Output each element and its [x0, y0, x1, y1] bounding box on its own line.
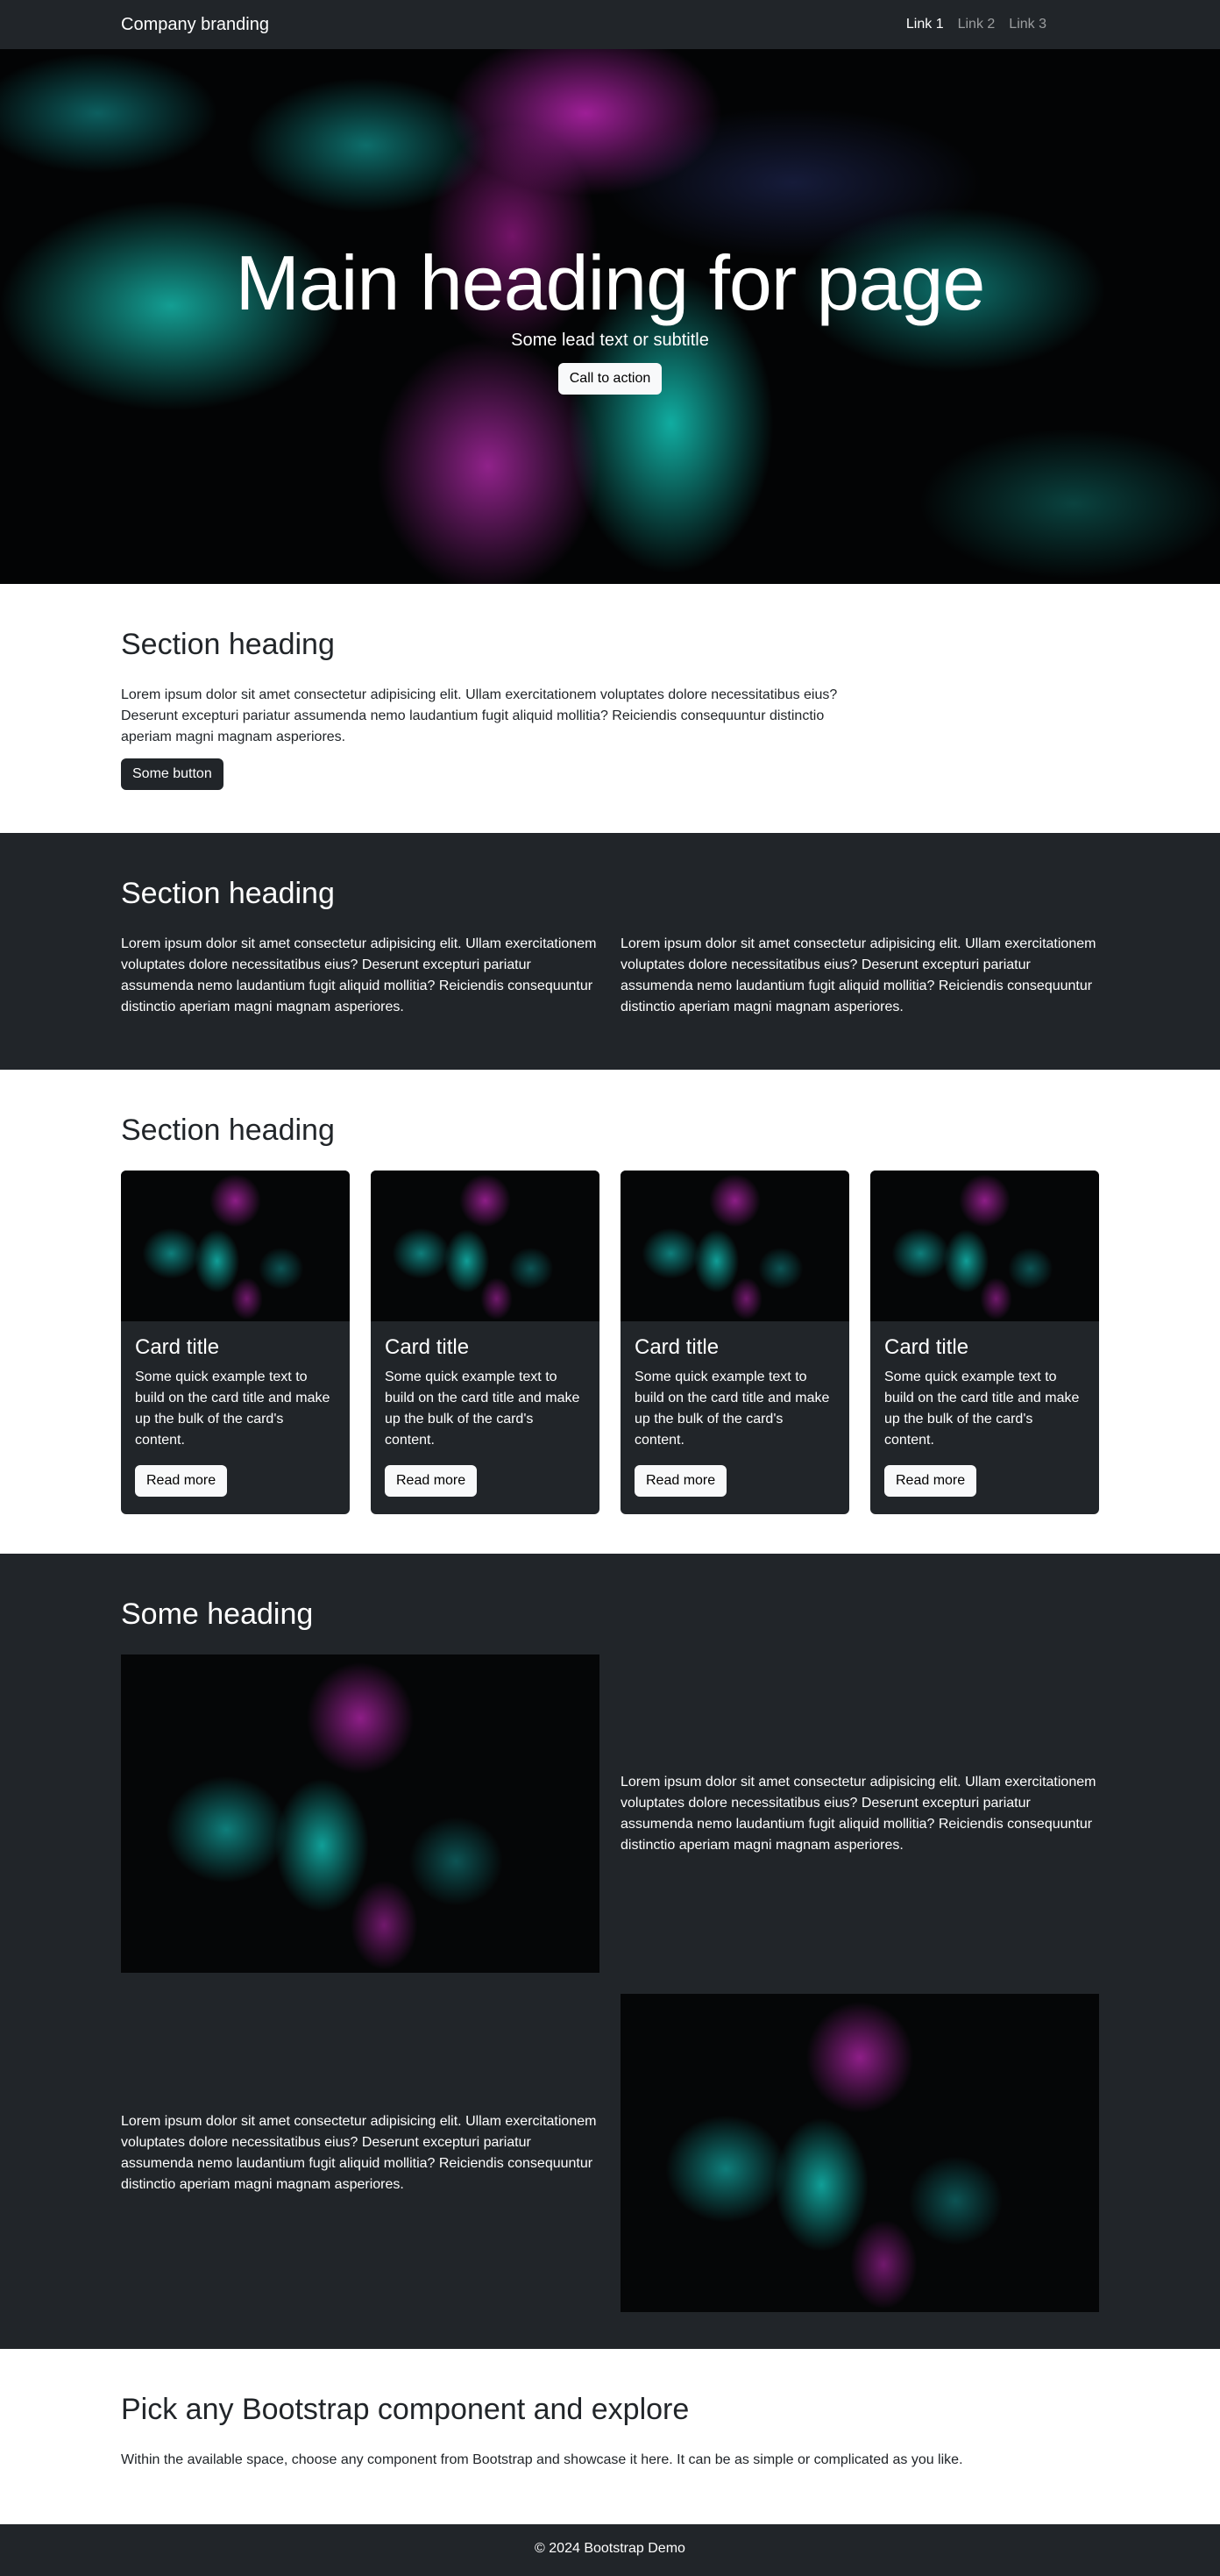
feature-image	[121, 1654, 599, 1973]
hero-title: Main heading for page	[235, 238, 986, 326]
hero-content: Main heading for page Some lead text or …	[236, 238, 985, 395]
brand-link[interactable]: Company branding	[121, 15, 269, 35]
footer: © 2024 Bootstrap Demo	[0, 2524, 1220, 2576]
card-image	[621, 1171, 849, 1321]
section-cards: Section heading Card title Some quick ex…	[0, 1070, 1220, 1554]
read-more-button[interactable]: Read more	[635, 1465, 727, 1497]
section-heading: Section heading	[121, 1114, 335, 1147]
section-explore: Pick any Bootstrap component and explore…	[0, 2349, 1220, 2524]
card-text: Some quick example text to build on the …	[635, 1370, 830, 1448]
nav-links: Link 1 Link 2 Link 3	[906, 17, 1046, 32]
two-column-row: Lorem ipsum dolor sit amet consectetur a…	[121, 934, 1099, 1018]
card-grid: Card title Some quick example text to bu…	[121, 1171, 1099, 1514]
card-title: Card title	[884, 1335, 969, 1359]
section-heading: Some heading	[121, 1598, 314, 1631]
card: Card title Some quick example text to bu…	[121, 1171, 350, 1514]
card-text: Some quick example text to build on the …	[135, 1370, 330, 1448]
footer-text: © 2024 Bootstrap Demo	[535, 2541, 685, 2556]
section-text: Within the available space, choose any c…	[121, 2452, 963, 2467]
section-heading: Section heading	[121, 877, 335, 910]
section-heading: Section heading	[121, 628, 335, 661]
card-title: Card title	[635, 1335, 720, 1359]
feature-image	[621, 1994, 1099, 2312]
card: Card title Some quick example text to bu…	[621, 1171, 849, 1514]
read-more-button[interactable]: Read more	[385, 1465, 478, 1497]
card-image	[371, 1171, 599, 1321]
hero: Main heading for page Some lead text or …	[0, 49, 1220, 584]
column-text-right: Lorem ipsum dolor sit amet consectetur a…	[621, 936, 1096, 1014]
card-title: Card title	[385, 1335, 470, 1359]
feature-row: Lorem ipsum dolor sit amet consectetur a…	[121, 1994, 1099, 2312]
call-to-action-button[interactable]: Call to action	[557, 363, 663, 395]
section-text: Lorem ipsum dolor sit amet consectetur a…	[121, 687, 838, 744]
some-button[interactable]: Some button	[121, 758, 223, 790]
nav-link-3[interactable]: Link 3	[1009, 17, 1046, 32]
section-intro: Section heading Lorem ipsum dolor sit am…	[0, 584, 1220, 833]
read-more-button[interactable]: Read more	[884, 1465, 977, 1497]
hero-lead: Some lead text or subtitle	[511, 331, 709, 351]
section-features: Some heading Lorem ipsum dolor sit amet …	[0, 1554, 1220, 2349]
feature-row: Lorem ipsum dolor sit amet consectetur a…	[121, 1654, 1099, 1973]
section-heading: Pick any Bootstrap component and explore	[121, 2393, 690, 2426]
nav-link-1[interactable]: Link 1	[906, 17, 944, 32]
card-image	[870, 1171, 1099, 1321]
card-text: Some quick example text to build on the …	[385, 1370, 580, 1448]
navbar: Company branding Link 1 Link 2 Link 3	[0, 0, 1220, 49]
feature-text: Lorem ipsum dolor sit amet consectetur a…	[121, 2113, 597, 2192]
card-image	[121, 1171, 350, 1321]
nav-link-2[interactable]: Link 2	[958, 17, 996, 32]
card: Card title Some quick example text to bu…	[371, 1171, 599, 1514]
column-text-left: Lorem ipsum dolor sit amet consectetur a…	[121, 936, 597, 1014]
card: Card title Some quick example text to bu…	[870, 1171, 1099, 1514]
read-more-button[interactable]: Read more	[135, 1465, 228, 1497]
section-two-columns: Section heading Lorem ipsum dolor sit am…	[0, 833, 1220, 1070]
card-title: Card title	[135, 1335, 220, 1359]
feature-text: Lorem ipsum dolor sit amet consectetur a…	[621, 1774, 1096, 1853]
card-text: Some quick example text to build on the …	[884, 1370, 1080, 1448]
